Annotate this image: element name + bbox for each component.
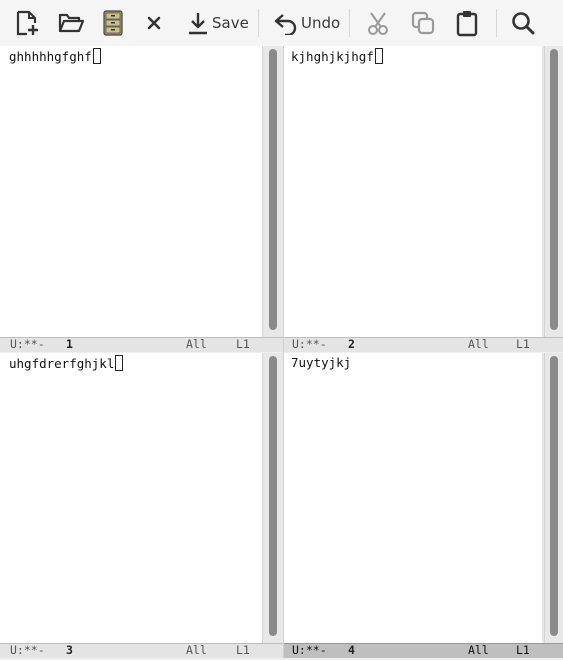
buffer-name: 1 — [66, 337, 73, 351]
toolbar-separator — [496, 9, 497, 37]
buffer-text: ghhhhhgfghf — [9, 48, 92, 64]
scroll-position: All — [468, 643, 489, 657]
text-cursor — [115, 355, 124, 371]
buffer-name: 4 — [348, 643, 355, 657]
buffer-status: U:**- — [292, 643, 327, 657]
undo-label: Undo — [301, 14, 341, 32]
line-number: L1 — [236, 337, 250, 351]
buffer-status: U:**- — [10, 643, 45, 657]
scroll-position: All — [186, 643, 207, 657]
scrollbar-thumb[interactable] — [269, 49, 277, 330]
text-line[interactable]: 7uytyjkj — [291, 355, 351, 370]
close-icon[interactable] — [145, 8, 163, 38]
buffer-text: kjhghjkjhgf — [291, 48, 374, 64]
buffer-text: 7uytyjkj — [291, 355, 352, 370]
buffer-status: U:**- — [10, 337, 45, 351]
scrollbar[interactable] — [544, 353, 563, 644]
scrollbar[interactable] — [262, 46, 283, 338]
buffer-name: 3 — [66, 643, 73, 657]
clipboard-icon[interactable] — [454, 8, 480, 38]
toolbar-separator — [349, 9, 350, 37]
editor-window: kjhghjkjhgf U:**- 2 All L1 — [284, 46, 563, 352]
mode-line[interactable]: U:**- 2 All L1 — [284, 337, 563, 352]
scrollbar-thumb[interactable] — [550, 356, 558, 636]
save-button[interactable]: Save — [186, 8, 249, 38]
line-number: L1 — [236, 643, 250, 657]
scrollbar[interactable] — [262, 353, 283, 644]
window-divider[interactable] — [283, 46, 284, 658]
save-label: Save — [212, 14, 249, 32]
scissors-icon[interactable] — [365, 8, 391, 38]
text-cursor — [92, 48, 101, 64]
scrollbar-thumb[interactable] — [550, 49, 558, 330]
text-cursor — [374, 48, 383, 64]
text-area[interactable]: uhgfdrerfghjkl — [0, 353, 262, 644]
mode-line[interactable]: U:**- 4 All L1 — [284, 643, 563, 658]
file-cabinet-icon[interactable] — [102, 8, 124, 38]
line-number: L1 — [516, 643, 530, 657]
search-icon[interactable] — [510, 8, 536, 38]
text-area[interactable]: 7uytyjkj — [284, 353, 542, 644]
scrollbar-thumb[interactable] — [269, 356, 277, 636]
new-file-icon[interactable] — [14, 8, 40, 38]
buffer-text: uhgfdrerfghjkl — [9, 355, 115, 371]
undo-button[interactable]: Undo — [273, 8, 340, 38]
copy-icon[interactable] — [410, 8, 436, 38]
text-area[interactable]: ghhhhhgfghf — [0, 46, 262, 338]
mode-line[interactable]: U:**- 3 All L1 — [0, 643, 283, 658]
toolbar: Save Undo — [0, 0, 563, 47]
text-area[interactable]: kjhghjkjhgf — [284, 46, 542, 338]
buffer-status: U:**- — [292, 337, 327, 351]
toolbar-separator — [258, 9, 259, 37]
open-folder-icon[interactable] — [57, 8, 85, 38]
scroll-position: All — [186, 337, 207, 351]
buffer-name: 2 — [348, 337, 355, 351]
mode-line[interactable]: U:**- 1 All L1 — [0, 337, 283, 352]
text-line[interactable]: uhgfdrerfghjkl — [9, 355, 124, 371]
editor-window: ghhhhhgfghf U:**- 1 All L1 — [0, 46, 283, 352]
scrollbar[interactable] — [544, 46, 563, 338]
scroll-position: All — [468, 337, 489, 351]
editor-window: 7uytyjkj U:**- 4 All L1 — [284, 353, 563, 658]
text-line[interactable]: ghhhhhgfghf — [9, 48, 101, 64]
editor-window: uhgfdrerfghjkl U:**- 3 All L1 — [0, 353, 283, 658]
line-number: L1 — [516, 337, 530, 351]
text-line[interactable]: kjhghjkjhgf — [291, 48, 383, 64]
